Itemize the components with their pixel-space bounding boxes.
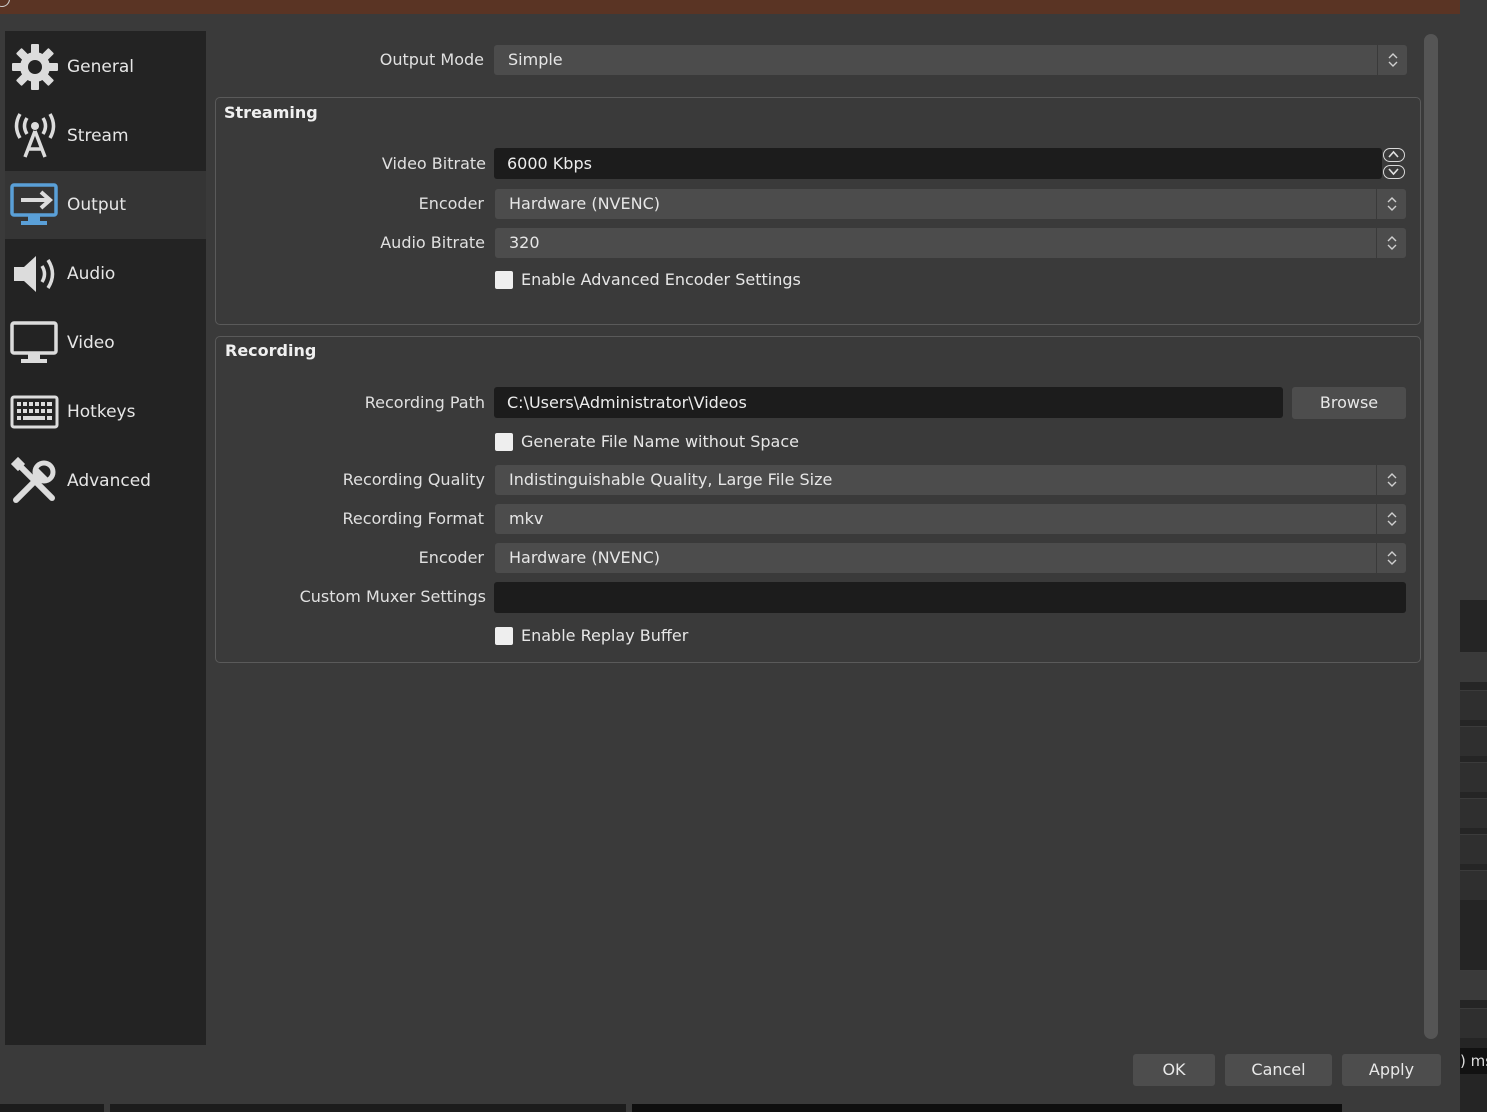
- background-row: [1460, 1008, 1487, 1038]
- tools-icon: [9, 455, 61, 507]
- recording-encoder-label: Encoder: [418, 548, 484, 567]
- sidebar-item-label: Hotkeys: [67, 402, 136, 422]
- background-edge: [632, 1104, 1342, 1112]
- spin-down-icon[interactable]: [1383, 165, 1405, 179]
- video-bitrate-spinner[interactable]: [1383, 148, 1407, 179]
- speaker-icon: [9, 248, 61, 300]
- app-icon: [0, 0, 10, 7]
- sidebar-item-output[interactable]: Output: [5, 171, 206, 239]
- background-window-top: [1460, 0, 1487, 600]
- sidebar-item-video[interactable]: Video: [5, 309, 206, 377]
- updown-arrows-icon: [1376, 504, 1406, 534]
- stream-encoder-select[interactable]: Hardware (NVENC): [495, 189, 1406, 219]
- no-space-filename-label: Generate File Name without Space: [521, 432, 799, 451]
- updown-arrows-icon: [1376, 228, 1406, 258]
- video-bitrate-label: Video Bitrate: [381, 154, 486, 173]
- audio-bitrate-select[interactable]: 320: [495, 228, 1406, 258]
- checkbox-box[interactable]: [495, 270, 513, 289]
- recording-path-input[interactable]: C:\Users\Administrator\Videos: [494, 387, 1283, 418]
- background-row: [1460, 652, 1487, 682]
- background-row: [1460, 798, 1487, 828]
- sidebar-item-audio[interactable]: Audio: [5, 240, 206, 308]
- recording-encoder-value: Hardware (NVENC): [509, 548, 660, 567]
- custom-muxer-input[interactable]: [494, 582, 1406, 613]
- audio-bitrate-value: 320: [509, 233, 540, 252]
- output-monitor-icon: [9, 179, 61, 231]
- stream-encoder-value: Hardware (NVENC): [509, 194, 660, 213]
- window-title-bar: [0, 0, 1460, 14]
- recording-title: Recording: [225, 341, 317, 360]
- recording-quality-value: Indistinguishable Quality, Large File Si…: [509, 470, 833, 489]
- background-row: [1460, 834, 1487, 864]
- sidebar-item-label: Stream: [67, 126, 129, 146]
- background-row: [1460, 690, 1487, 720]
- updown-arrows-icon: [1377, 45, 1407, 75]
- keyboard-icon: [9, 386, 61, 438]
- updown-arrows-icon: [1376, 189, 1406, 219]
- sidebar-item-label: Audio: [67, 264, 116, 284]
- background-edge: [110, 1104, 626, 1112]
- recording-format-label: Recording Format: [342, 509, 485, 528]
- sidebar-item-label: Advanced: [67, 471, 151, 491]
- sidebar-item-general[interactable]: General: [5, 33, 206, 101]
- custom-muxer-label: Custom Muxer Settings: [299, 587, 486, 606]
- checkbox-box[interactable]: [495, 626, 513, 645]
- recording-quality-select[interactable]: Indistinguishable Quality, Large File Si…: [495, 465, 1406, 495]
- updown-arrows-icon: [1376, 465, 1406, 495]
- background-row: [1460, 970, 1487, 1000]
- background-row: [1460, 762, 1487, 792]
- sidebar-item-label: Output: [67, 195, 127, 215]
- recording-path-value: C:\Users\Administrator\Videos: [507, 393, 747, 412]
- output-mode-select[interactable]: Simple: [494, 45, 1407, 75]
- updown-arrows-icon: [1376, 543, 1406, 573]
- recording-format-select[interactable]: mkv: [495, 504, 1406, 534]
- output-mode-value: Simple: [508, 50, 563, 69]
- sidebar-item-stream[interactable]: Stream: [5, 102, 206, 170]
- background-row: [1460, 870, 1487, 900]
- recording-path-label: Recording Path: [364, 393, 485, 412]
- recording-quality-label: Recording Quality: [342, 470, 485, 489]
- stream-encoder-label: Encoder: [418, 194, 484, 213]
- recording-format-value: mkv: [509, 509, 544, 528]
- browse-button[interactable]: Browse: [1292, 387, 1406, 419]
- audio-bitrate-label: Audio Bitrate: [380, 233, 485, 252]
- sidebar-item-advanced[interactable]: Advanced: [5, 447, 206, 515]
- sidebar-item-label: General: [67, 57, 134, 77]
- monitor-icon: [9, 317, 61, 369]
- gear-icon: [9, 41, 61, 93]
- background-ms-text: ) ms: [1460, 1048, 1487, 1074]
- recording-group: [215, 336, 1421, 663]
- background-edge: [0, 1104, 104, 1112]
- advanced-encoder-checkbox[interactable]: Enable Advanced Encoder Settings: [495, 270, 801, 289]
- streaming-title: Streaming: [224, 103, 318, 122]
- output-mode-label: Output Mode: [379, 50, 484, 69]
- replay-buffer-label: Enable Replay Buffer: [521, 626, 689, 645]
- video-bitrate-value: 6000 Kbps: [507, 154, 592, 173]
- no-space-filename-checkbox[interactable]: Generate File Name without Space: [495, 432, 799, 451]
- video-bitrate-input[interactable]: 6000 Kbps: [494, 148, 1382, 179]
- replay-buffer-checkbox[interactable]: Enable Replay Buffer: [495, 626, 688, 645]
- apply-button[interactable]: Apply: [1342, 1054, 1441, 1086]
- spin-up-icon[interactable]: [1383, 148, 1405, 162]
- settings-sidebar: General Stream Output Audio Video Hotkey…: [5, 31, 206, 1045]
- advanced-encoder-label: Enable Advanced Encoder Settings: [521, 270, 801, 289]
- settings-scrollbar[interactable]: [1424, 34, 1438, 1039]
- ok-button[interactable]: OK: [1133, 1054, 1215, 1086]
- cancel-button[interactable]: Cancel: [1225, 1054, 1332, 1086]
- antenna-icon: [9, 110, 61, 162]
- recording-encoder-select[interactable]: Hardware (NVENC): [495, 543, 1406, 573]
- background-window: ) ms: [1460, 0, 1487, 1112]
- sidebar-item-label: Video: [67, 333, 115, 353]
- background-row: [1460, 726, 1487, 756]
- sidebar-item-hotkeys[interactable]: Hotkeys: [5, 378, 206, 446]
- checkbox-box[interactable]: [495, 432, 513, 451]
